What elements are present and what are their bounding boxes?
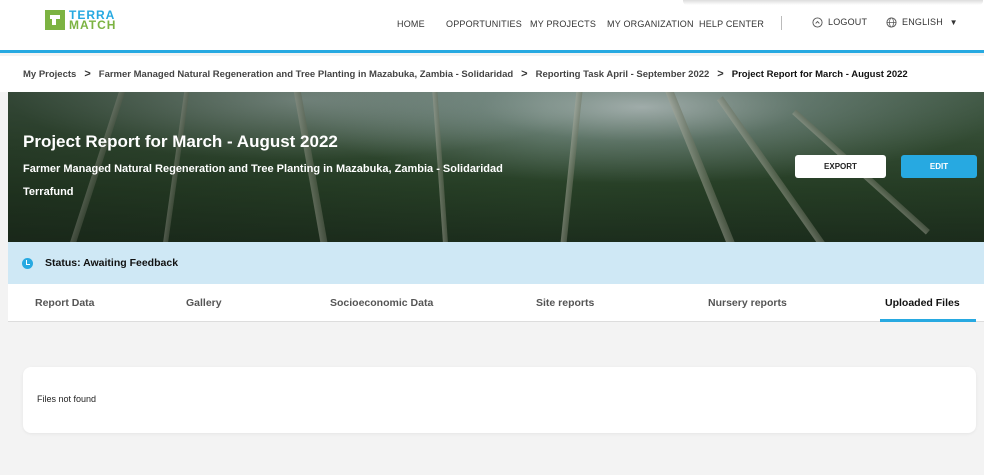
nav-home[interactable]: HOME [397,19,425,29]
fund-name: Terrafund [23,186,74,198]
status-bar: Status: Awaiting Feedback [8,242,984,284]
project-name: Farmer Managed Natural Regeneration and … [23,163,503,175]
top-header: TERRA MATCH HOME OPPORTUNITIES MY PROJEC… [0,0,984,53]
status-text: Status: Awaiting Feedback [45,257,179,269]
report-tabs: Report Data Gallery Socioeconomic Data S… [8,284,984,322]
tab-nursery-reports[interactable]: Nursery reports [708,297,787,309]
language-selector[interactable]: ENGLISH ▼ [886,17,958,28]
tab-gallery[interactable]: Gallery [186,297,222,309]
hero-banner: Project Report for March - August 2022 F… [8,92,984,242]
tab-socioeconomic-data[interactable]: Socioeconomic Data [330,297,433,309]
breadcrumb-item-project[interactable]: Farmer Managed Natural Regeneration and … [99,69,513,80]
breadcrumb-item-current: Project Report for March - August 2022 [731,68,908,80]
terramatch-logo[interactable]: TERRA MATCH [45,9,117,32]
nav-my-projects[interactable]: MY PROJECTS [530,19,596,29]
nav-help-center[interactable]: HELP CENTER [699,19,764,29]
tab-report-data[interactable]: Report Data [35,297,95,309]
export-button[interactable]: EXPORT [795,155,886,178]
nav-divider [781,16,782,30]
logo-text-line2: MATCH [69,18,117,32]
nav-opportunities[interactable]: OPPORTUNITIES [446,19,522,29]
uploaded-files-card: Files not found [23,367,976,433]
empty-state-message: Files not found [37,394,97,404]
breadcrumb: My Projects > Farmer Managed Natural Reg… [0,56,984,92]
chevron-right-icon: > [84,68,91,80]
chevron-right-icon: > [521,68,528,80]
edit-button[interactable]: EDIT [901,155,977,178]
nav-logout[interactable]: LOGOUT [812,17,867,28]
logout-icon [812,17,823,28]
tab-uploaded-files[interactable]: Uploaded Files [885,297,960,309]
chevron-right-icon: > [717,68,724,80]
active-tab-indicator [880,319,976,322]
nav-my-organization[interactable]: MY ORGANIZATION [607,19,694,29]
terramatch-logo-icon [45,10,65,30]
page-title: Project Report for March - August 2022 [23,132,338,151]
breadcrumb-item-reporting-task[interactable]: Reporting Task April - September 2022 [536,69,710,80]
caret-down-icon: ▼ [949,18,958,27]
tab-site-reports[interactable]: Site reports [536,297,594,309]
clock-icon [22,257,33,269]
language-label: ENGLISH [902,17,943,27]
logout-label: LOGOUT [828,17,868,27]
breadcrumb-item-my-projects[interactable]: My Projects [23,69,76,80]
globe-icon [886,17,897,28]
